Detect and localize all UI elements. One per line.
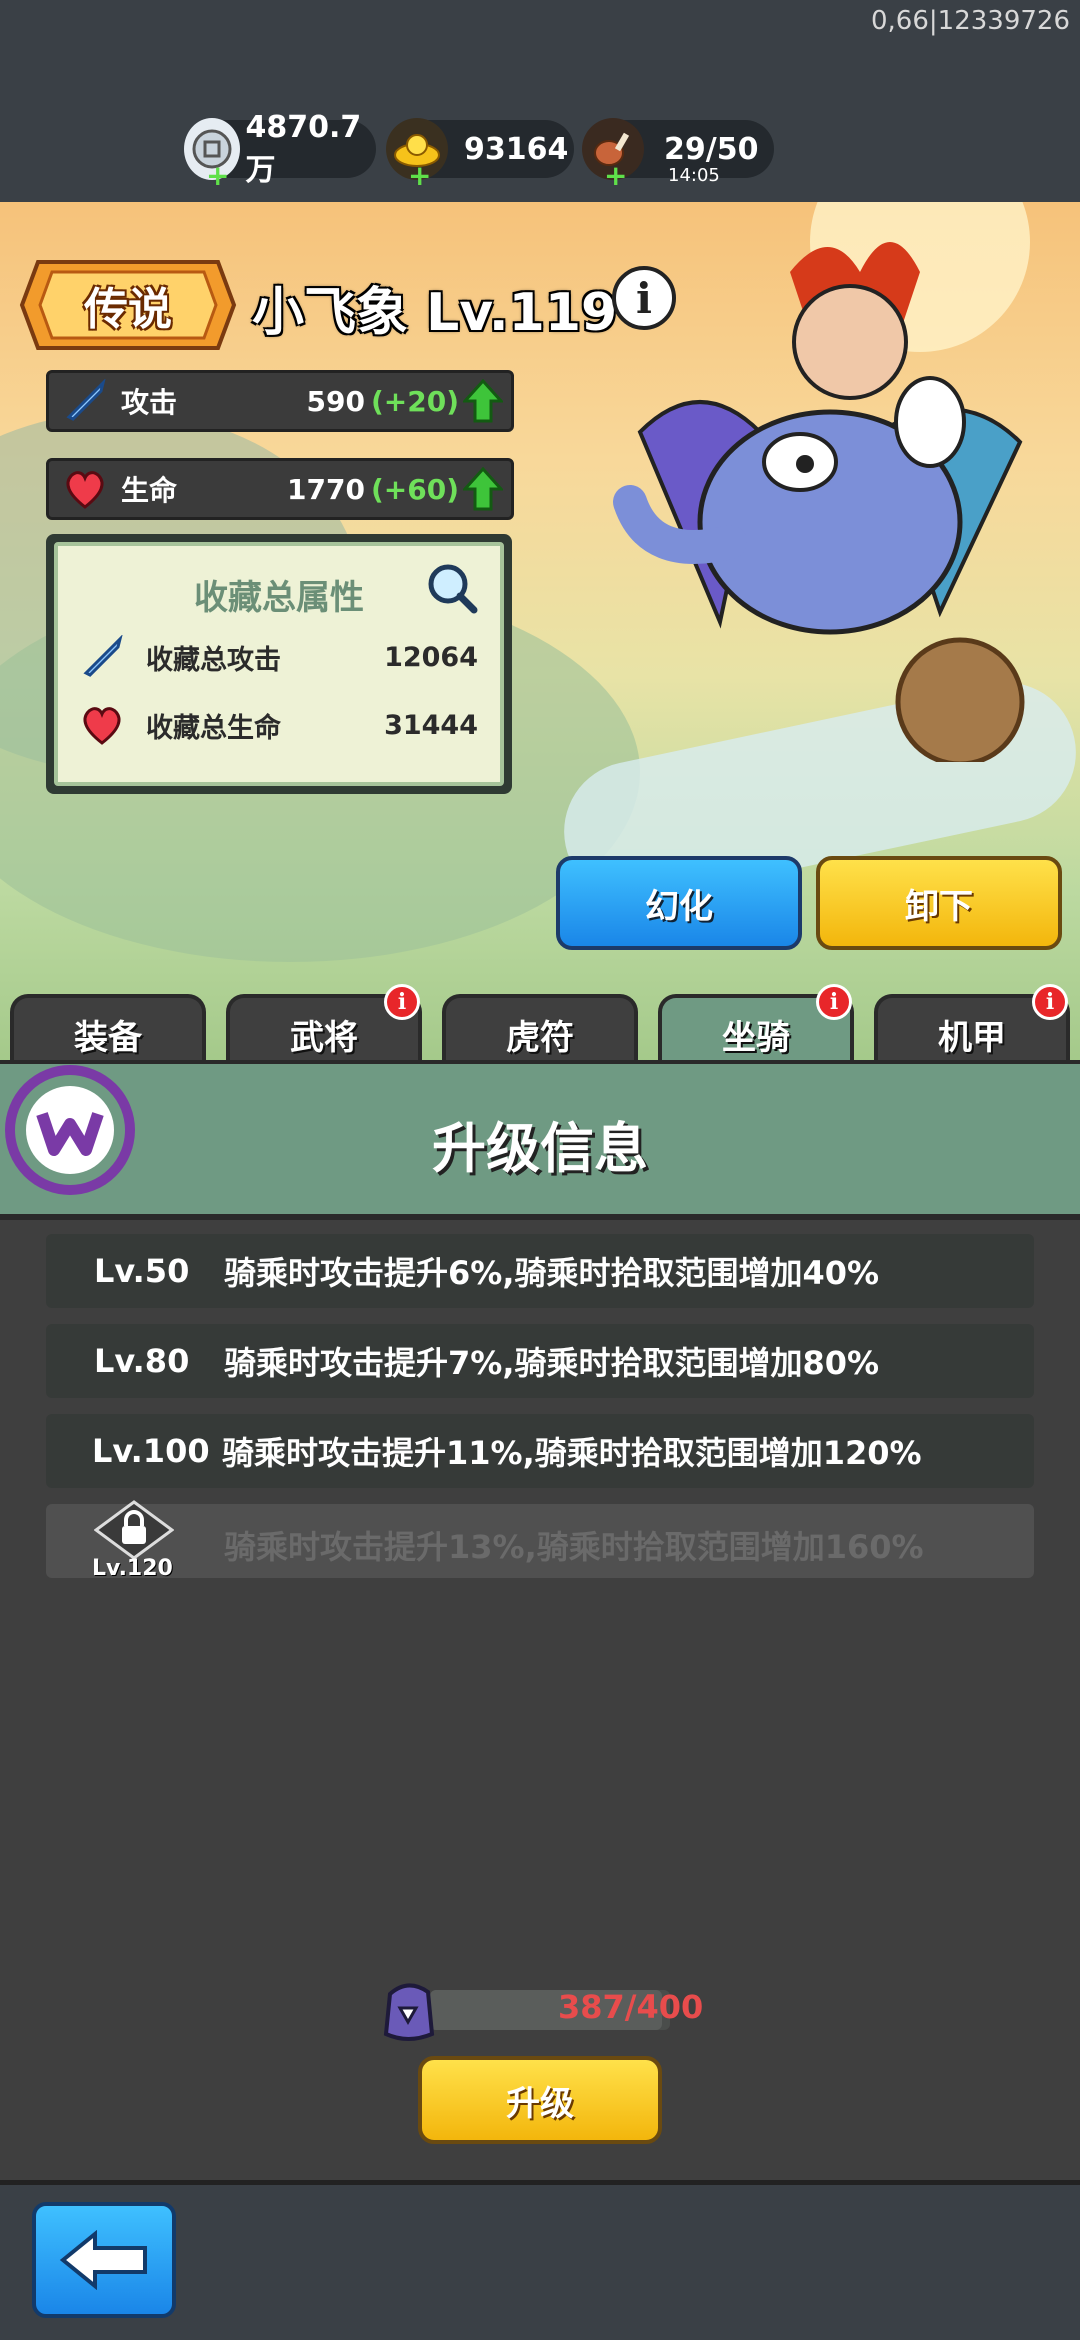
info-button[interactable]: i: [612, 266, 676, 330]
level-desc: 骑乘时攻击提升7%,骑乘时拾取范围增加80%: [224, 1344, 880, 1382]
stamina-value: 29/50: [664, 131, 759, 167]
magnifier-icon[interactable]: [424, 560, 480, 616]
collection-hp-value: 31444: [384, 709, 478, 741]
rarity-label: 传说: [84, 284, 172, 335]
sword-icon: [66, 379, 106, 421]
attack-bonus: (+20): [370, 384, 459, 418]
locked-level-desc: 骑乘时攻击提升13%,骑乘时拾取范围增加160%: [224, 1528, 924, 1566]
collection-attack-value: 12064: [384, 641, 478, 673]
build-id: 0,66|12339726: [871, 6, 1070, 36]
transform-button[interactable]: 幻化: [556, 856, 802, 950]
level-label: Lv.50: [94, 1252, 190, 1290]
stamina-resource[interactable]: + 29/50 14:05: [582, 118, 774, 192]
arrow-up-icon: [463, 467, 503, 511]
level-row: Lv.50 骑乘时攻击提升6%,骑乘时拾取范围增加40%: [46, 1234, 1034, 1308]
material-count: 387/400: [558, 1988, 704, 2026]
hp-stat: 生命 1770 (+60): [46, 458, 514, 520]
tab-equipment[interactable]: 装备: [10, 994, 206, 1070]
collection-panel: 收藏总属性 收藏总攻击 12064 收藏总生命 31444: [46, 534, 512, 794]
silver-coin-icon: +: [184, 118, 240, 192]
stamina-timer: 14:05: [668, 165, 720, 186]
lock-icon: [94, 1500, 174, 1560]
attack-value: 590: [306, 384, 365, 418]
notification-badge-generals: i: [384, 984, 420, 1020]
heart-icon: [66, 471, 104, 509]
info-icon: i: [636, 273, 652, 323]
notification-badge-mecha: i: [1032, 984, 1068, 1020]
arrow-left-icon: [59, 2230, 147, 2290]
attack-stat: 攻击 590 (+20): [46, 370, 514, 432]
gold-ingot-icon: +: [386, 118, 448, 192]
level-label: Lv.100: [92, 1432, 210, 1470]
meat-stamina-icon: +: [582, 118, 644, 192]
hp-value: 1770: [287, 472, 365, 506]
collection-hp-label: 收藏总生命: [146, 712, 281, 744]
silver-resource[interactable]: + 4870.7万: [184, 110, 376, 192]
locked-level-label: Lv.120: [92, 1556, 173, 1581]
notification-badge-mount: i: [816, 984, 852, 1020]
hp-bonus: (+60): [370, 472, 459, 506]
back-button[interactable]: [32, 2202, 176, 2318]
gold-value: 93164: [464, 131, 569, 167]
upgrade-title: 升级信息: [432, 1117, 648, 1180]
level-row: Lv.80 骑乘时攻击提升7%,骑乘时拾取范围增加80%: [46, 1324, 1034, 1398]
collection-hp-row: 收藏总生命 31444: [80, 700, 478, 750]
unequip-button[interactable]: 卸下: [816, 856, 1062, 950]
arrow-up-icon: [463, 379, 503, 423]
attack-label: 攻击: [121, 386, 178, 419]
collection-attack-label: 收藏总攻击: [146, 644, 281, 676]
saddle-material-icon: [383, 1983, 435, 2041]
collection-attack-row: 收藏总攻击 12064: [80, 632, 478, 682]
heart-icon: [83, 707, 121, 745]
sword-icon: [83, 635, 123, 677]
level-label: Lv.80: [94, 1342, 190, 1380]
gold-resource[interactable]: + 93164: [386, 118, 574, 192]
hp-label: 生命: [121, 474, 178, 507]
level-row: Lv.100 骑乘时攻击提升11%,骑乘时拾取范围增加120%: [46, 1414, 1034, 1488]
mount-name: 小飞象 Lv.119: [252, 283, 618, 343]
tab-tiger-tally[interactable]: 虎符: [442, 994, 638, 1070]
level-desc: 骑乘时攻击提升6%,骑乘时拾取范围增加40%: [224, 1254, 880, 1292]
upgrade-button[interactable]: 升级: [418, 2056, 662, 2144]
level-desc: 骑乘时攻击提升11%,骑乘时拾取范围增加120%: [222, 1434, 922, 1472]
silver-value: 4870.7万: [245, 109, 362, 188]
